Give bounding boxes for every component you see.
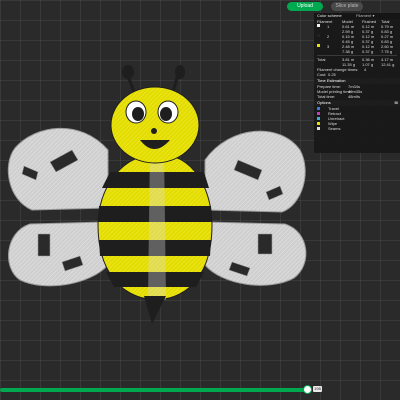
cost-label: Cost: [317, 72, 327, 77]
layer-slider-value: 195 [313, 386, 322, 392]
total-time-value: 48m9s [348, 94, 361, 99]
filament-flushed-g: 0.37 g [362, 49, 374, 54]
total-time-label: Total time: [317, 94, 336, 99]
filament-table: 1 0.61 m 0.12 m 0.79 m 2.59 g 0.37 g 0.83 g 2 0.… [314, 24, 400, 54]
divider [317, 55, 397, 56]
options-title: Options [317, 100, 331, 105]
filament-model-g: 7.38 g [342, 49, 354, 54]
option-item[interactable]: Seams [314, 126, 400, 131]
option-color-icon [317, 127, 320, 130]
option-color-icon [317, 112, 320, 115]
layer-slider-handle[interactable] [303, 385, 312, 394]
upload-button-label: Upload [297, 3, 313, 9]
slice-plate-button-label: Slice plate [335, 3, 359, 9]
gcode-info-panel: Color scheme Filament ▾ Filament Model F… [314, 13, 400, 153]
slice-plate-button[interactable]: Slice plate [331, 2, 363, 11]
filament-row-grams: 7.38 g 0.37 g 7.75 g [314, 49, 400, 54]
layer-slider-track[interactable] [0, 388, 312, 392]
option-color-icon [317, 107, 320, 110]
option-color-icon [317, 117, 320, 120]
option-label: Seams [328, 126, 341, 131]
bee-body [97, 148, 213, 324]
filament-cost: Cost: 0.25 [314, 72, 400, 77]
color-scheme-select-value: Filament [356, 13, 372, 18]
filament-total-g: 7.75 g [381, 49, 393, 54]
options-list: Travel Retract Unretract Wipe Seams [314, 106, 400, 131]
total-time: Total time: 48m9s [314, 94, 400, 99]
right-lower-wing [204, 221, 307, 286]
left-upper-wing [7, 127, 109, 211]
bee-head [110, 86, 200, 164]
upload-button[interactable]: Upload [287, 2, 323, 11]
option-color-icon [317, 122, 320, 125]
left-lower-wing [8, 221, 109, 287]
cost-value: 0.25 [328, 72, 336, 77]
right-upper-wing [204, 130, 306, 213]
color-scheme-title: Color scheme [317, 13, 342, 18]
